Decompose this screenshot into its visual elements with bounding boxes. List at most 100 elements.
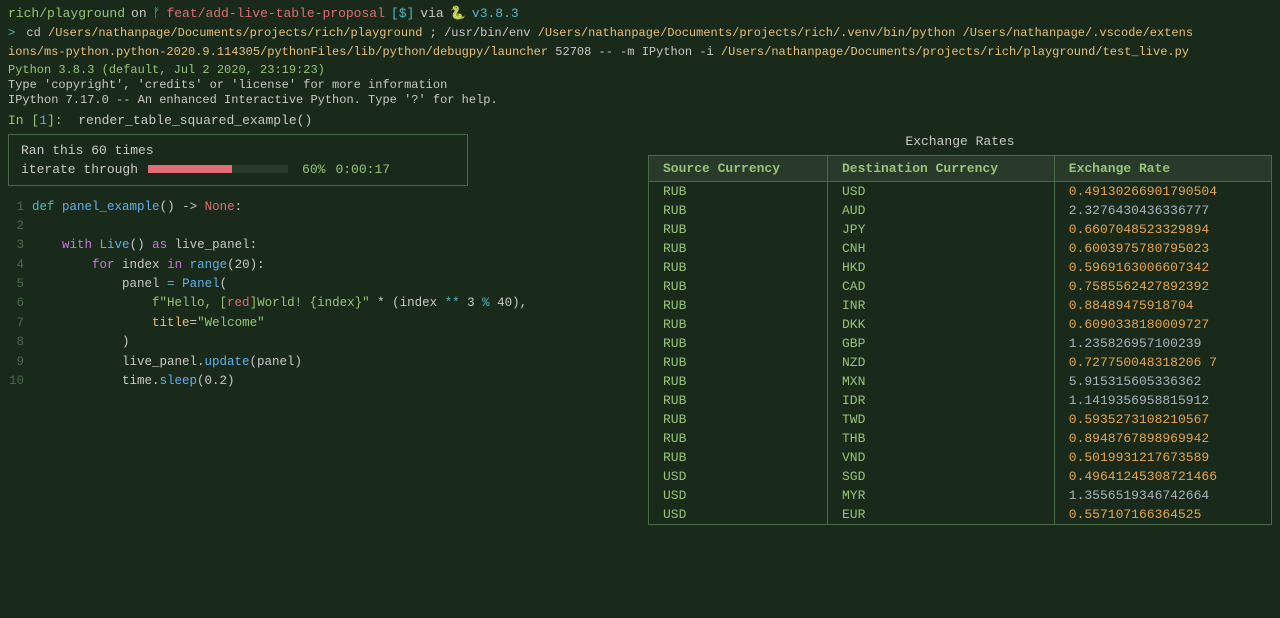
td-rate-1: 2.3276430436336777 <box>1054 201 1271 220</box>
code-line-10: 10 time.sleep(0.2) <box>8 372 628 391</box>
iterate-label: iterate through <box>21 162 138 177</box>
table-header-row: Source Currency Destination Currency Exc… <box>649 155 1272 181</box>
td-rate-3: 0.6003975780795023 <box>1054 239 1271 258</box>
table-row: RUBJPY0.6607048523329894 <box>649 220 1272 239</box>
td-rate-0: 0.49130266901790504 <box>1054 181 1271 201</box>
line-num-6: 6 <box>8 294 24 313</box>
td-source-0: RUB <box>649 181 828 201</box>
table-title: Exchange Rates <box>648 134 1272 149</box>
code-line-3: 3 with Live() as live_panel: <box>8 236 628 255</box>
in-prompt: In [1]: render_table_squared_example() <box>8 113 1272 128</box>
th-dest: Destination Currency <box>827 155 1054 181</box>
in-number: 1 <box>39 113 47 128</box>
td-source-10: RUB <box>649 372 828 391</box>
td-rate-12: 0.5935273108210567 <box>1054 410 1271 429</box>
main-content: Ran this 60 times iterate through 60% 0:… <box>8 134 1272 525</box>
in-func: render_table_squared_example() <box>78 113 312 128</box>
line-num-2: 2 <box>8 217 24 236</box>
td-rate-2: 0.6607048523329894 <box>1054 220 1271 239</box>
progress-time: 0:00:17 <box>335 162 390 177</box>
td-source-6: RUB <box>649 296 828 315</box>
line-num-3: 3 <box>8 236 24 255</box>
td-rate-7: 0.6090338180009727 <box>1054 315 1271 334</box>
table-row: RUBDKK0.6090338180009727 <box>649 315 1272 334</box>
info-line1: Python 3.8.3 (default, Jul 2 2020, 23:19… <box>8 63 1272 77</box>
td-dest-0: USD <box>827 181 1054 201</box>
td-dest-3: CNH <box>827 239 1054 258</box>
td-rate-11: 1.1419356958815912 <box>1054 391 1271 410</box>
td-source-17: USD <box>649 505 828 525</box>
td-dest-14: VND <box>827 448 1054 467</box>
line-num-10: 10 <box>8 372 24 391</box>
td-rate-16: 1.3556519346742664 <box>1054 486 1271 505</box>
td-source-16: USD <box>649 486 828 505</box>
code-line-1: 1 def panel_example() -> None: <box>8 198 628 217</box>
table-row: RUBINR0.88489475918704 <box>649 296 1272 315</box>
td-source-2: RUB <box>649 220 828 239</box>
td-rate-8: 1.235826957100239 <box>1054 334 1271 353</box>
branch-icon: ᚠ <box>153 6 161 21</box>
line-num-4: 4 <box>8 256 24 275</box>
th-source: Source Currency <box>649 155 828 181</box>
td-source-8: RUB <box>649 334 828 353</box>
table-row: RUBCNH0.6003975780795023 <box>649 239 1272 258</box>
exchange-table: Source Currency Destination Currency Exc… <box>648 155 1272 525</box>
td-rate-17: 0.557107166364525 <box>1054 505 1271 525</box>
code-line-2: 2 <box>8 217 628 236</box>
td-source-12: RUB <box>649 410 828 429</box>
table-row: RUBNZD0.727750048318206 7 <box>649 353 1272 372</box>
info-line3: IPython 7.17.0 -- An enhanced Interactiv… <box>8 93 1272 107</box>
cmd-path: /Users/nathanpage/Documents/projects/ric… <box>48 26 422 40</box>
td-source-9: RUB <box>649 353 828 372</box>
top-bar: rich/playground on ᚠ feat/add-live-table… <box>8 6 1272 21</box>
td-source-13: RUB <box>649 429 828 448</box>
dir-label: rich/playground <box>8 6 125 21</box>
prompt-arrow: > <box>8 26 15 40</box>
table-row: USDMYR1.3556519346742664 <box>649 486 1272 505</box>
td-dest-11: IDR <box>827 391 1054 410</box>
td-dest-4: HKD <box>827 258 1054 277</box>
line-num-9: 9 <box>8 353 24 372</box>
code-line-8: 8 ) <box>8 333 628 352</box>
td-source-1: RUB <box>649 201 828 220</box>
td-rate-13: 0.8948767898969942 <box>1054 429 1271 448</box>
line-num-5: 5 <box>8 275 24 294</box>
code-area: 1 def panel_example() -> None: 2 3 with … <box>8 198 628 392</box>
td-source-11: RUB <box>649 391 828 410</box>
cmd-cd: cd <box>26 26 48 40</box>
code-line-6: 6 f"Hello, [red]World! {index}" * (index… <box>8 294 628 313</box>
table-row: RUBUSD0.49130266901790504 <box>649 181 1272 201</box>
code-line-9: 9 live_panel.update(panel) <box>8 353 628 372</box>
td-source-5: RUB <box>649 277 828 296</box>
table-row: RUBVND0.5019931217673589 <box>649 448 1272 467</box>
table-row: RUBTWD0.5935273108210567 <box>649 410 1272 429</box>
td-rate-9: 0.727750048318206 7 <box>1054 353 1271 372</box>
td-rate-14: 0.5019931217673589 <box>1054 448 1271 467</box>
dollar-sign: [$] <box>391 6 414 21</box>
td-dest-12: TWD <box>827 410 1054 429</box>
via-label: via <box>420 6 443 21</box>
version-label: v3.8.3 <box>472 6 519 21</box>
info-line2: Type 'copyright', 'credits' or 'license'… <box>8 78 1272 92</box>
td-dest-10: MXN <box>827 372 1054 391</box>
branch-name: feat/add-live-table-proposal <box>166 6 384 21</box>
table-row: USDSGD0.49641245308721466 <box>649 467 1272 486</box>
th-rate: Exchange Rate <box>1054 155 1271 181</box>
cmd-line2: ions/ms-python.python-2020.9.114305/pyth… <box>8 44 1272 61</box>
td-source-4: RUB <box>649 258 828 277</box>
td-dest-15: SGD <box>827 467 1054 486</box>
table-row: RUBHKD0.5969163006607342 <box>649 258 1272 277</box>
table-row: RUBGBP1.235826957100239 <box>649 334 1272 353</box>
td-dest-5: CAD <box>827 277 1054 296</box>
td-source-3: RUB <box>649 239 828 258</box>
table-row: RUBAUD2.3276430436336777 <box>649 201 1272 220</box>
left-panel: Ran this 60 times iterate through 60% 0:… <box>8 134 628 525</box>
td-dest-17: EUR <box>827 505 1054 525</box>
td-rate-5: 0.7585562427892392 <box>1054 277 1271 296</box>
line-num-7: 7 <box>8 314 24 333</box>
in-label: In [ <box>8 113 39 128</box>
progress-ran-label: Ran this 60 times <box>21 143 455 158</box>
table-row: RUBIDR1.1419356958815912 <box>649 391 1272 410</box>
terminal: rich/playground on ᚠ feat/add-live-table… <box>0 0 1280 618</box>
on-label: on <box>131 6 147 21</box>
